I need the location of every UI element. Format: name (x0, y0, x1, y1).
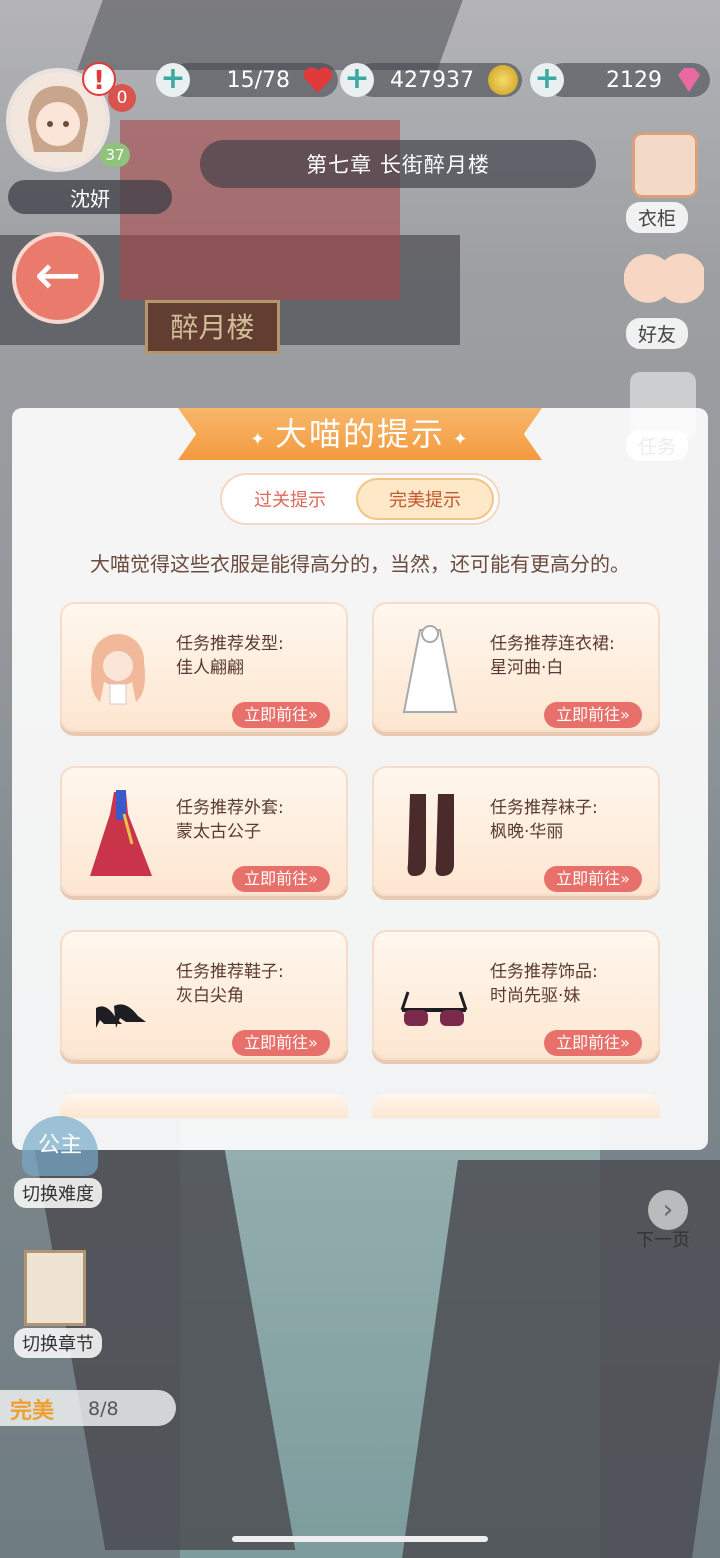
diamond-value: 2129 (606, 67, 662, 93)
card-item: 时尚先驱·妹 (490, 986, 581, 1006)
chapter-title: 第七章 长街醉月楼 (200, 140, 596, 188)
recommend-card-partial (372, 1094, 660, 1118)
add-diamond-button[interactable]: + (530, 63, 564, 97)
modal-title-text: 大喵的提示 (274, 415, 445, 453)
card-category: 任务推荐饰品: (490, 962, 598, 982)
friends-label: 好友 (626, 318, 689, 349)
card-category: 任务推荐鞋子: (176, 962, 284, 982)
recommend-card-accessory[interactable]: 任务推荐饰品: 时尚先驱·妹 立即前往» (372, 930, 660, 1060)
recommend-card-shoes[interactable]: 任务推荐鞋子: 灰白尖角 立即前往» (60, 930, 348, 1060)
card-item: 佳人翩翩 (176, 658, 244, 678)
recommend-card-dress[interactable]: 任务推荐连衣裙: 星河曲·白 立即前往» (372, 602, 660, 732)
go-button[interactable]: 立即前往» (232, 702, 330, 728)
card-category: 任务推荐外套: (176, 798, 284, 818)
chapter-book-icon[interactable] (24, 1250, 86, 1326)
card-item: 灰白尖角 (176, 986, 244, 1006)
recommend-card-partial (60, 1094, 348, 1118)
player-name: 沈妍 (8, 180, 172, 214)
hairstyle-icon (91, 634, 145, 705)
back-button[interactable]: ← (12, 232, 104, 324)
friends-icon[interactable] (624, 252, 704, 318)
shoes-icon (96, 1004, 146, 1028)
home-indicator[interactable] (232, 1536, 488, 1542)
card-item: 枫晚·华丽 (490, 822, 564, 842)
coin-icon (488, 65, 518, 95)
level-badge: 37 (100, 143, 130, 167)
wardrobe-label: 衣柜 (626, 202, 689, 233)
stamina-value: 15/78 (226, 67, 290, 93)
socks-icon (407, 794, 454, 876)
card-category: 任务推荐袜子: (490, 798, 598, 818)
sunglasses-icon (400, 991, 468, 1026)
diamond-icon (678, 68, 700, 92)
modal-title: ✦ 大喵的提示 ✦ (178, 408, 542, 460)
wardrobe-icon[interactable] (632, 132, 698, 198)
add-coin-button[interactable]: + (340, 63, 374, 97)
card-item: 星河曲·白 (490, 658, 564, 678)
star-right-icon: ✦ (445, 429, 470, 450)
card-category: 任务推荐连衣裙: (490, 634, 615, 654)
hint-text: 大喵觉得这些衣服是能得高分的，当然，还可能有更高分的。 (90, 552, 630, 576)
add-stamina-button[interactable]: + (156, 63, 190, 97)
card-category: 任务推荐发型: (176, 634, 284, 654)
switch-chapter-button[interactable]: 切换章节 (14, 1328, 102, 1358)
perfect-label: 完美 (10, 1399, 55, 1424)
go-button[interactable]: 立即前往» (544, 1030, 642, 1056)
notification-badge: 0 (108, 84, 136, 112)
tab-perfect-hint[interactable]: 完美提示 (356, 478, 494, 520)
go-button[interactable]: 立即前往» (232, 1030, 330, 1056)
next-page-label[interactable]: 下一页 (636, 1226, 690, 1252)
recommend-card-coat[interactable]: 任务推荐外套: 蒙太古公子 立即前往» (60, 766, 348, 896)
recommend-card-hair[interactable]: 任务推荐发型: 佳人翩翩 立即前往» (60, 602, 348, 732)
switch-difficulty-button[interactable]: 切换难度 (14, 1178, 102, 1208)
card-item: 蒙太古公子 (176, 822, 261, 842)
go-button[interactable]: 立即前往» (544, 866, 642, 892)
coin-value: 427937 (390, 67, 474, 93)
next-page-icon[interactable]: › (648, 1190, 688, 1230)
recommend-card-socks[interactable]: 任务推荐袜子: 枫晚·华丽 立即前往» (372, 766, 660, 896)
star-left-icon: ✦ (250, 429, 275, 450)
perfect-count: 8/8 (88, 1398, 119, 1420)
go-button[interactable]: 立即前往» (544, 702, 642, 728)
tab-pass-hint[interactable]: 过关提示 (228, 478, 352, 520)
go-button[interactable]: 立即前往» (232, 866, 330, 892)
coat-icon (90, 790, 152, 876)
heart-icon (303, 67, 333, 93)
dress-icon (402, 625, 458, 713)
